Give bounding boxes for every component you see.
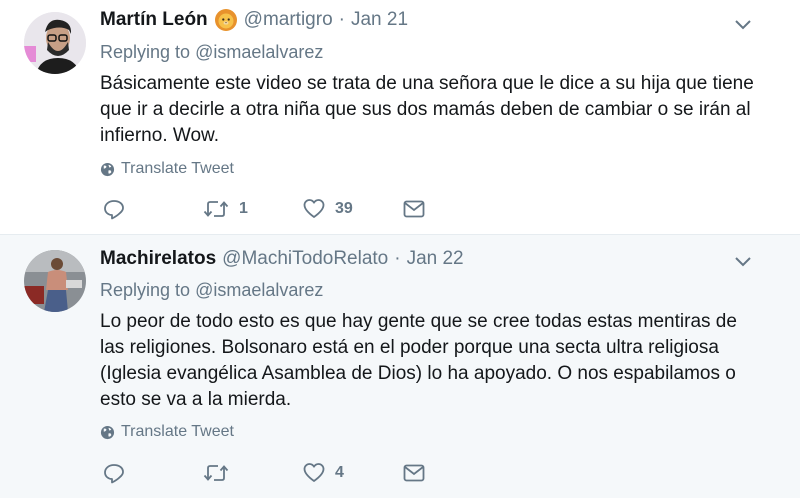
user-handle[interactable]: @martigro: [244, 9, 333, 31]
retweet-count: 1: [239, 200, 248, 217]
chevron-down-icon[interactable]: [734, 255, 752, 267]
translate-tweet-link[interactable]: Translate Tweet: [100, 423, 234, 441]
retweet-button[interactable]: [203, 462, 303, 484]
envelope-icon: [403, 200, 425, 218]
reply-icon: [104, 200, 124, 220]
tweet-date[interactable]: Jan 22: [407, 248, 464, 270]
tweet-actions: 1 39: [103, 196, 425, 222]
globe-icon: [100, 425, 115, 439]
tweet-actions: 4: [103, 460, 425, 486]
avatar[interactable]: [24, 12, 86, 74]
reply-icon: [104, 464, 124, 484]
heart-icon: [303, 463, 325, 482]
retweet-icon: [203, 465, 229, 481]
tweet-text: Básicamente este video se trata de una s…: [100, 73, 754, 146]
chevron-down-icon[interactable]: [734, 18, 752, 30]
display-name[interactable]: Machirelatos: [100, 248, 216, 270]
lion-face-icon: [214, 8, 238, 32]
globe-icon: [100, 162, 115, 176]
heart-icon: [303, 199, 325, 218]
tweet-text: Lo peor de todo esto es que hay gente qu…: [100, 311, 737, 410]
replying-to: Replying to @ismaelalvarez: [100, 42, 323, 63]
translate-tweet-link[interactable]: Translate Tweet: [100, 160, 234, 178]
retweet-icon: [203, 201, 229, 217]
envelope-icon: [403, 464, 425, 482]
like-count: 4: [335, 464, 344, 481]
tweet[interactable]: Martín León @martigro · Jan 21 Replying …: [0, 0, 800, 235]
like-button[interactable]: 39: [303, 198, 403, 220]
separator-dot: ·: [338, 9, 345, 30]
reply-button[interactable]: [103, 462, 203, 484]
avatar[interactable]: [24, 250, 86, 312]
reply-button[interactable]: [103, 198, 203, 220]
separator-dot: ·: [394, 248, 401, 269]
reply-target-link[interactable]: @ismaelalvarez: [195, 42, 323, 62]
user-handle[interactable]: @MachiTodoRelato: [222, 248, 388, 270]
reply-target-link[interactable]: @ismaelalvarez: [195, 280, 323, 300]
translate-label: Translate Tweet: [121, 160, 234, 177]
translate-label: Translate Tweet: [121, 423, 234, 440]
tweet[interactable]: Machirelatos @MachiTodoRelato · Jan 22 R…: [0, 235, 800, 498]
like-count: 39: [335, 200, 353, 217]
retweet-button[interactable]: 1: [203, 198, 303, 220]
like-button[interactable]: 4: [303, 462, 403, 484]
replying-label: Replying to: [100, 42, 196, 62]
tweet-header: Machirelatos @MachiTodoRelato · Jan 22: [100, 245, 464, 273]
display-name[interactable]: Martín León: [100, 9, 208, 31]
replying-label: Replying to: [100, 280, 196, 300]
tweet-header: Martín León @martigro · Jan 21: [100, 6, 408, 34]
direct-message-button[interactable]: [403, 200, 425, 218]
direct-message-button[interactable]: [403, 464, 425, 482]
tweet-date[interactable]: Jan 21: [351, 9, 408, 31]
replying-to: Replying to @ismaelalvarez: [100, 280, 323, 301]
